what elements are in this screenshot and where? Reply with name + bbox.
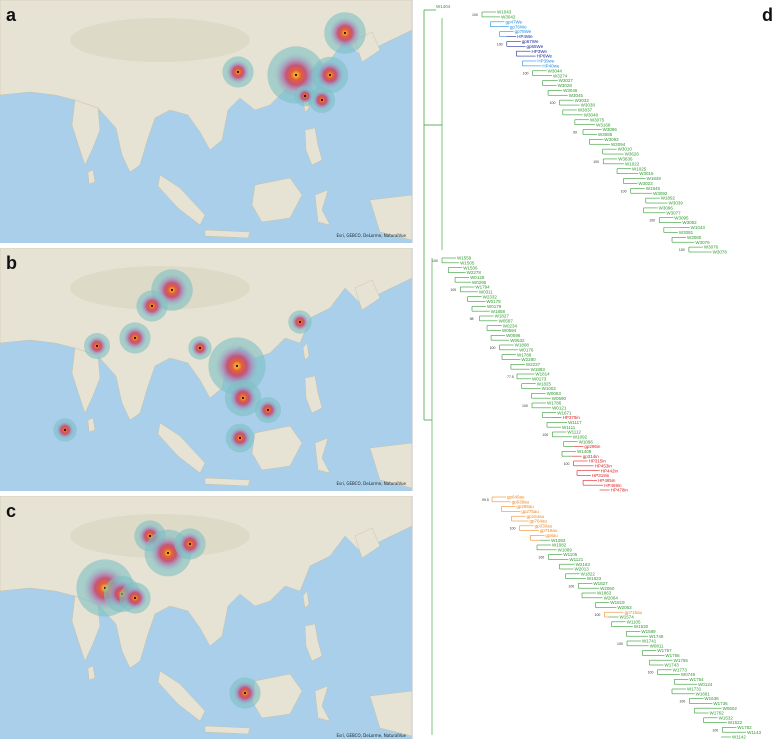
bootstrap-label: 100 [510,527,516,531]
panel-label-a: a [6,5,17,25]
map-canvas [0,496,412,739]
map-panel-b [0,248,413,491]
bootstrap-label: 100 [497,42,503,46]
bootstrap-label: 99 [573,131,577,135]
bootstrap-label: 100 [550,101,556,105]
tree-tip-label: W1142 [732,735,746,740]
sample-point [266,408,270,412]
bootstrap-label: 77.5 [507,375,514,379]
sample-point [320,98,324,102]
bootstrap-label: 100 [649,219,655,223]
bootstrap-label: 100 [679,248,685,252]
bootstrap-label: 100 [564,462,570,466]
sample-point [328,73,332,77]
panel-label-c: c [6,501,17,521]
sample-point [303,94,307,98]
sample-point [188,542,192,546]
sample-point [95,344,99,348]
sample-point [148,534,152,538]
bootstrap-label: 100 [523,72,529,76]
bootstrap-label: 100 [522,404,528,408]
bootstrap-label: 100 [568,584,574,588]
bootstrap-label: 100 [617,642,623,646]
sample-point [133,596,137,600]
bootstrap-label: 99.5 [482,498,489,502]
sample-point [238,436,242,440]
bootstrap-label: 100 [542,433,548,437]
bootstrap-label: 100 [648,671,654,675]
panel-label-b: b [6,253,17,273]
sample-point [198,346,202,350]
bootstrap-label: 100 [593,160,599,164]
bootstrap-label: 100 [595,613,601,617]
bootstrap-label: 100 [621,189,627,193]
sample-point [170,288,174,292]
map-panel-a [0,0,413,243]
phylogenetic-tree: W1404W1043W3042gp47Wegp76Wegp78WeHP4Wegp… [423,4,762,740]
tree-root-label: W1404 [436,4,451,9]
sample-point [294,73,298,77]
tree-tip-label: W3078 [713,250,728,255]
sample-point [63,428,67,432]
sample-point [133,336,137,340]
map-canvas [0,248,412,491]
tree-tip-label: HP478in [611,488,629,493]
map-canvas [0,0,412,243]
bootstrap-label: 100 [679,700,685,704]
bootstrap-label: 100 [538,556,544,560]
sample-point [298,320,302,324]
sample-point [243,691,247,695]
sample-point [235,364,239,368]
bootstrap-label: 100 [450,288,456,292]
sample-point [241,396,245,400]
tree-tip-label: W0602 [723,706,738,711]
sample-point [166,551,170,555]
sample-point [150,304,154,308]
bootstrap-label: 100 [490,346,496,350]
bootstrap-label: 100 [432,259,438,263]
map-attribution-c: Esri, GEBCO, DeLorme, NaturalVue [336,733,406,738]
sample-point [236,70,240,74]
map-panel-c [0,496,413,739]
terrain-shading [70,18,250,62]
bootstrap-label: 100 [472,13,478,17]
bootstrap-label: 98 [470,317,474,321]
sample-point [343,31,347,35]
bootstrap-label: 100 [712,728,718,732]
tree-tip-label: W1143 [747,730,761,735]
